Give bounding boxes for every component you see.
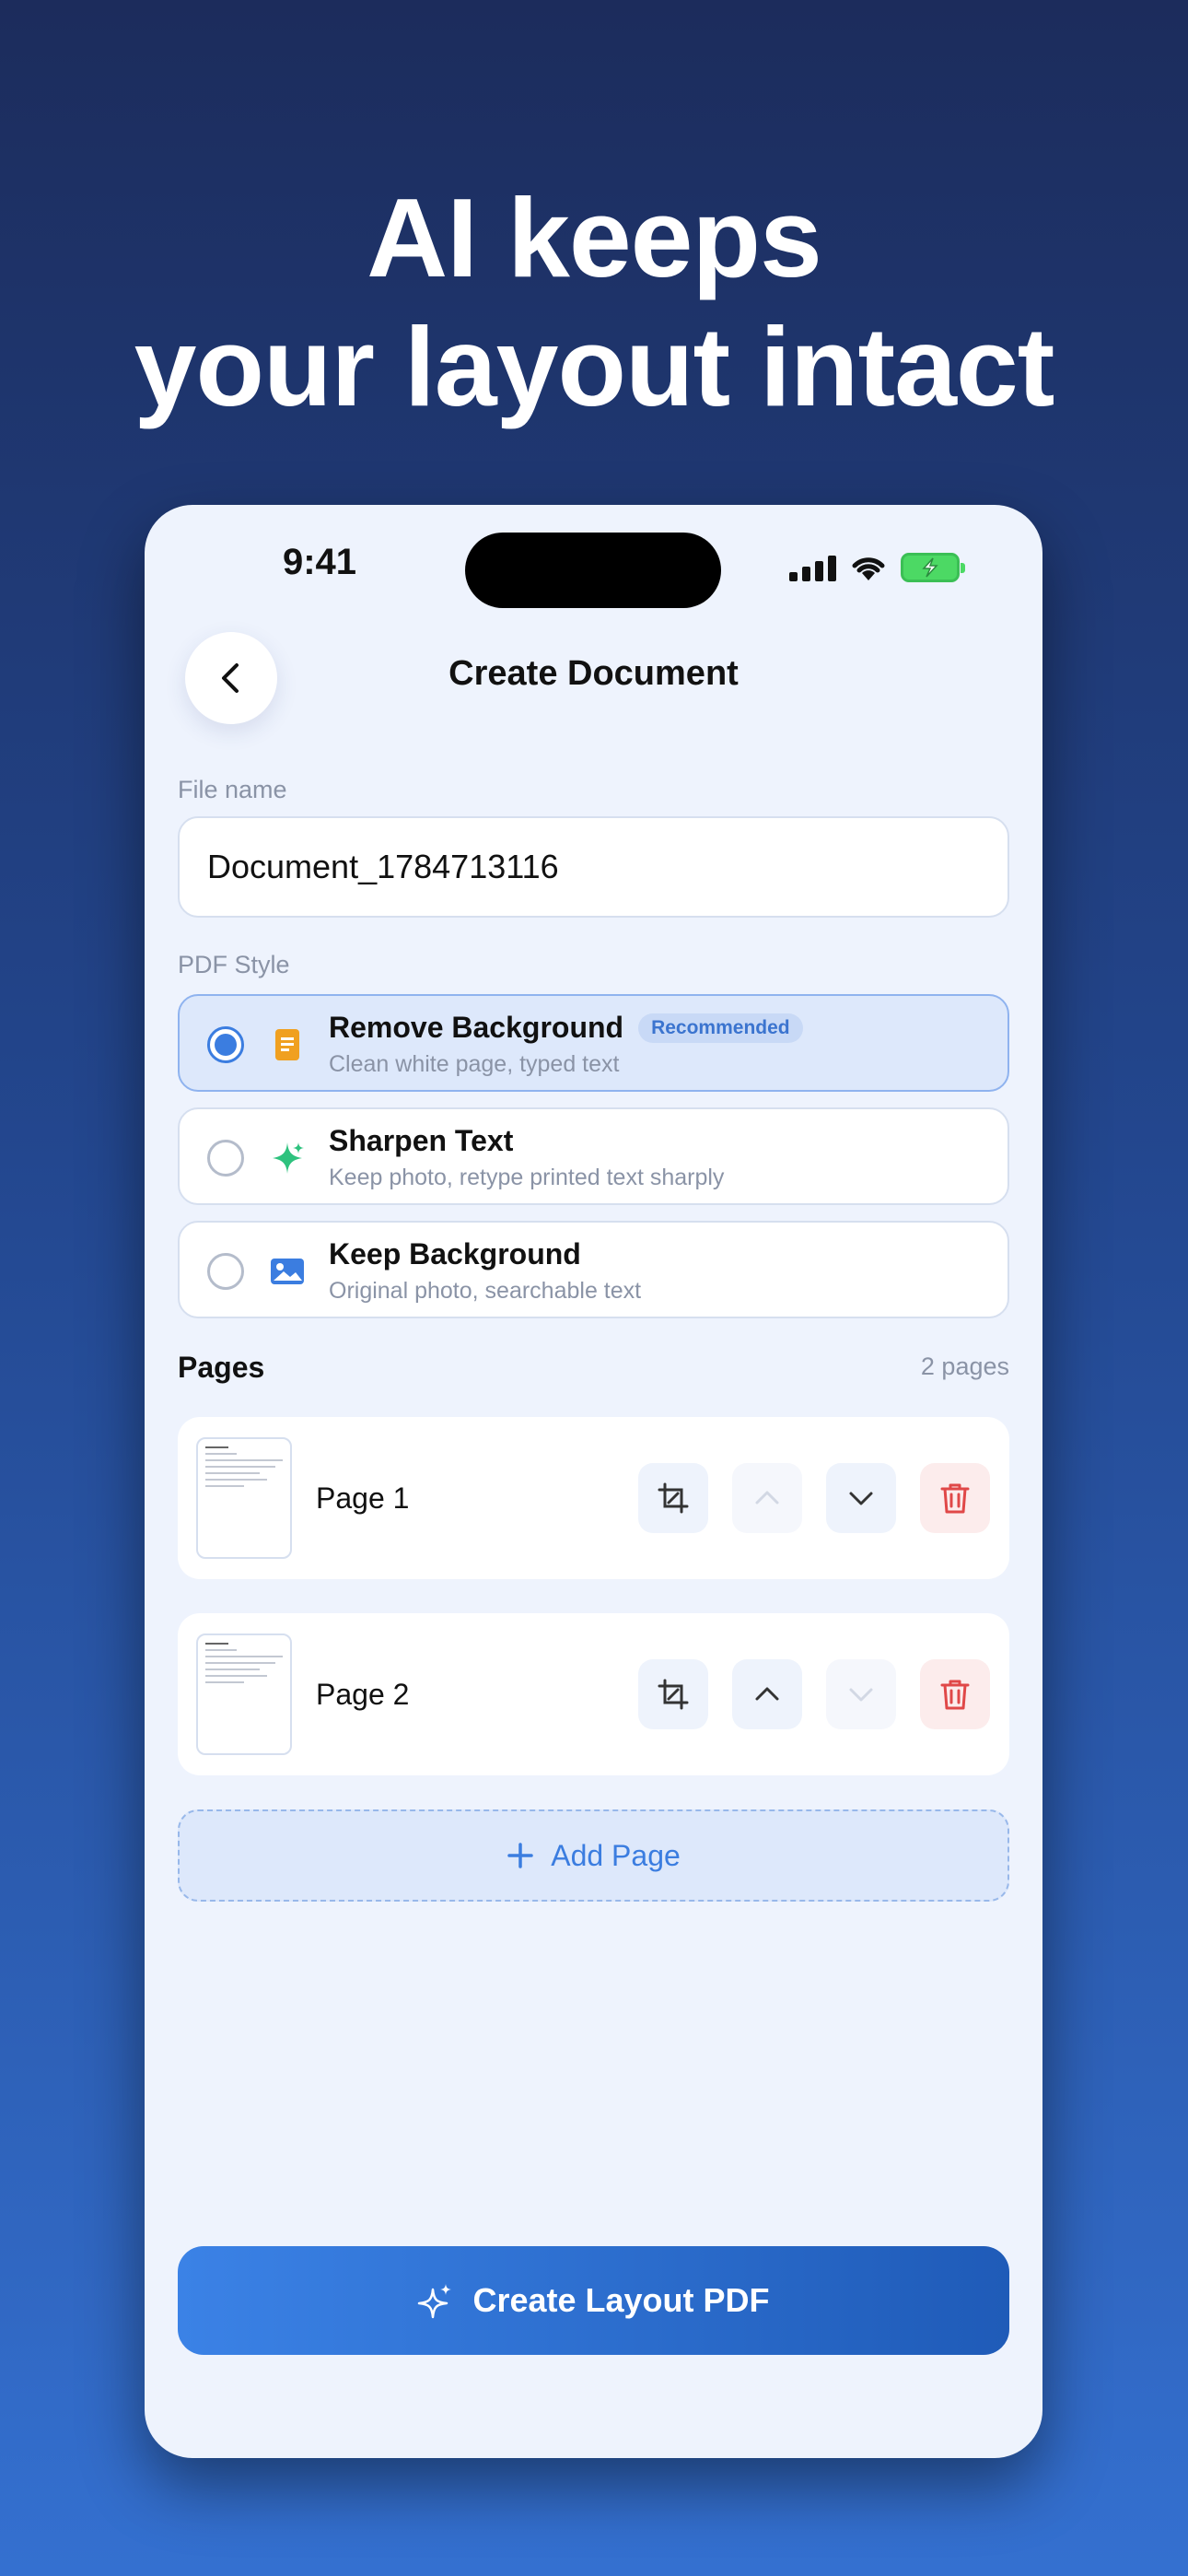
page-title: Create Document — [448, 654, 739, 693]
style-option-remove-background[interactable]: Remove Background Recommended Clean white… — [178, 994, 1009, 1092]
photo-icon — [271, 1259, 304, 1284]
pages-heading: Pages — [178, 1351, 265, 1384]
chevron-down-icon — [849, 1688, 873, 1702]
radio-unselected[interactable] — [207, 1253, 244, 1290]
sparkle-icon — [418, 2284, 452, 2319]
file-name-value: Document_1784713116 — [207, 848, 559, 885]
crop-button[interactable] — [638, 1463, 708, 1533]
option-title: Sharpen Text — [329, 1124, 514, 1157]
delete-button[interactable] — [920, 1463, 990, 1533]
option-subtitle: Clean white page, typed text — [329, 1051, 620, 1077]
cellular-signal-icon — [789, 554, 836, 581]
add-page-label: Add Page — [551, 1838, 681, 1872]
chevron-up-icon — [755, 1491, 779, 1505]
sparkle-icon — [273, 1142, 304, 1174]
create-layout-pdf-button[interactable]: Create Layout PDF — [178, 2246, 1009, 2355]
delete-button[interactable] — [920, 1659, 990, 1729]
trash-icon — [940, 1483, 970, 1514]
pdf-style-label: PDF Style — [178, 951, 290, 978]
option-title: Keep Background — [329, 1237, 581, 1270]
status-icons — [789, 553, 965, 582]
wifi-icon — [852, 557, 885, 580]
page-row[interactable]: Page 1 — [178, 1417, 1009, 1579]
move-up-button[interactable] — [732, 1463, 802, 1533]
style-option-sharpen-text[interactable]: Sharpen Text Keep photo, retype printed … — [178, 1107, 1009, 1205]
headline-line-1: AI keeps — [367, 175, 822, 300]
move-down-button[interactable] — [826, 1463, 896, 1533]
move-up-button[interactable] — [732, 1659, 802, 1729]
headline-line-2: your layout intact — [134, 304, 1055, 429]
page-row[interactable]: Page 2 — [178, 1613, 1009, 1775]
crop-icon — [658, 1679, 689, 1710]
chevron-down-icon — [849, 1492, 873, 1505]
style-option-keep-background[interactable]: Keep Background Original photo, searchab… — [178, 1221, 1009, 1318]
page-thumbnail — [196, 1633, 292, 1755]
cta-label: Create Layout PDF — [472, 2281, 770, 2319]
option-subtitle: Keep photo, retype printed text sharply — [329, 1165, 725, 1190]
option-subtitle: Original photo, searchable text — [329, 1278, 642, 1304]
add-page-button[interactable]: Add Page — [178, 1809, 1009, 1902]
page-name: Page 2 — [316, 1678, 410, 1711]
status-time: 9:41 — [282, 542, 357, 582]
document-icon — [275, 1029, 299, 1060]
page-thumbnail — [196, 1437, 292, 1559]
chevron-up-icon — [755, 1687, 779, 1701]
move-down-button[interactable] — [826, 1659, 896, 1729]
option-title: Remove Background — [329, 1011, 624, 1044]
trash-icon — [940, 1680, 970, 1710]
file-name-input[interactable]: Document_1784713116 — [178, 816, 1009, 918]
radio-unselected[interactable] — [207, 1140, 244, 1177]
file-name-label: File name — [178, 776, 287, 803]
crop-button[interactable] — [638, 1659, 708, 1729]
pages-count: 2 pages — [920, 1352, 1009, 1380]
radio-selected[interactable] — [207, 1026, 244, 1063]
page-name: Page 1 — [316, 1481, 410, 1515]
battery-charging-icon — [901, 553, 965, 582]
phone-screen: 9:41 Create Document File name Document_… — [145, 505, 1042, 2458]
marketing-headline: AI keeps your layout intact — [0, 173, 1188, 431]
recommended-badge: Recommended — [638, 1013, 803, 1043]
dynamic-island — [465, 533, 721, 608]
plus-icon — [507, 1843, 533, 1868]
crop-icon — [658, 1482, 689, 1514]
